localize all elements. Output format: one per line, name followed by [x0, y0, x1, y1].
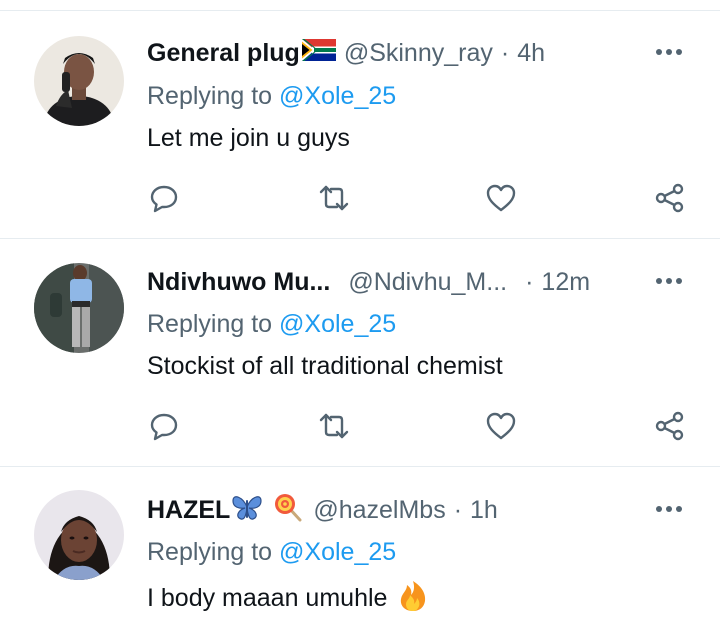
- more-options-icon[interactable]: [652, 266, 686, 296]
- replying-to: Replying to @Xole_25: [147, 538, 396, 567]
- mention-link[interactable]: @Xole_25: [279, 82, 396, 110]
- avatar[interactable]: [34, 490, 124, 580]
- retweet-icon[interactable]: [316, 408, 352, 444]
- timestamp[interactable]: 4h: [517, 39, 545, 68]
- avatar[interactable]: [34, 263, 124, 353]
- replying-to-label: Replying to: [147, 82, 273, 110]
- tweet-text: I body maaan umuhle: [147, 584, 388, 613]
- butterfly-icon: [231, 493, 263, 528]
- south-africa-flag-icon: [301, 38, 336, 68]
- user-handle[interactable]: @Ndivhu_M...: [348, 268, 507, 297]
- reply-icon[interactable]: [146, 408, 182, 444]
- display-name[interactable]: General plug: [147, 39, 300, 68]
- retweet-icon[interactable]: [316, 180, 352, 216]
- tweet-header: General plug @Skinny_ray · 4h: [147, 36, 545, 70]
- replying-to: Replying to @Xole_25: [147, 310, 396, 339]
- timestamp[interactable]: 12m: [541, 268, 590, 297]
- replying-to: Replying to @Xole_25: [147, 82, 396, 111]
- replying-to-label: Replying to: [147, 538, 273, 566]
- lollipop-icon: [273, 492, 303, 529]
- tweet-text: Stockist of all traditional chemist: [147, 352, 503, 380]
- tweet-text: Let me join u guys: [147, 124, 350, 152]
- separator-dot: ·: [453, 495, 463, 524]
- top-divider: [0, 0, 720, 11]
- tweet-divider: [0, 466, 720, 467]
- fire-icon: [398, 580, 428, 619]
- more-options-icon[interactable]: [652, 494, 686, 524]
- separator-dot: ·: [525, 267, 534, 296]
- like-icon[interactable]: [483, 180, 519, 216]
- replying-to-label: Replying to: [147, 310, 273, 338]
- reply-icon[interactable]: [146, 180, 182, 216]
- user-handle[interactable]: @Skinny_ray: [344, 39, 493, 68]
- more-options-icon[interactable]: [652, 37, 686, 67]
- display-name[interactable]: HAZEL: [147, 496, 230, 525]
- share-icon[interactable]: [652, 408, 688, 444]
- share-icon[interactable]: [652, 180, 688, 216]
- user-handle[interactable]: @hazelMbs: [313, 496, 445, 525]
- tweet-header: HAZEL @hazelMbs · 1h: [147, 493, 498, 527]
- avatar[interactable]: [34, 36, 124, 126]
- timestamp[interactable]: 1h: [470, 496, 498, 525]
- display-name[interactable]: Ndivhuwo Mu...: [147, 268, 330, 297]
- like-icon[interactable]: [483, 408, 519, 444]
- separator-dot: ·: [500, 38, 510, 67]
- mention-link[interactable]: @Xole_25: [279, 310, 396, 338]
- tweet-header: Ndivhuwo Mu... @Ndivhu_M... · 12m: [147, 265, 590, 299]
- tweet-text-row: I body maaan umuhle: [147, 580, 428, 619]
- mention-link[interactable]: @Xole_25: [279, 538, 396, 566]
- tweet-divider: [0, 238, 720, 239]
